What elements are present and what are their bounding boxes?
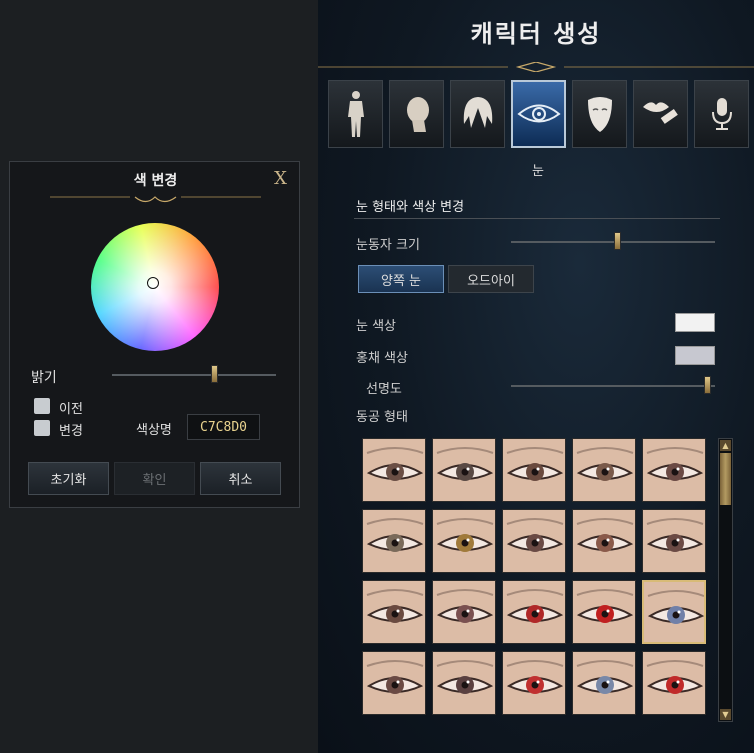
color-change-dialog: 색 변경 X 밝기 이전 변경 색상명 C7C8D0 초기화 확인 취소 [9, 161, 300, 508]
pupil-shape-option[interactable] [362, 509, 426, 573]
lips-icon [642, 102, 678, 124]
brightness-slider[interactable] [112, 374, 276, 376]
pupil-shape-option[interactable] [432, 651, 496, 715]
eye-thumbnail-icon [433, 652, 495, 714]
grid-scrollbar[interactable]: ▲ ▼ [718, 438, 733, 722]
scroll-thumb[interactable] [720, 453, 731, 505]
eye-color-swatch[interactable] [675, 313, 715, 332]
head-icon [406, 97, 429, 132]
dialog-title: 색 변경 [133, 173, 178, 189]
clarity-label: 선명도 [366, 382, 402, 397]
odd-eye-button[interactable]: 오드아이 [448, 265, 534, 293]
pupil-size-slider[interactable] [511, 241, 715, 243]
changed-color-label: 변경 [59, 424, 83, 439]
pupil-shape-option[interactable] [572, 509, 636, 573]
iris-color-label: 홍채 색상 [356, 351, 408, 366]
eye-thumbnail-icon [503, 581, 565, 643]
previous-color-label: 이전 [59, 402, 83, 417]
eye-thumbnail-icon [644, 582, 704, 642]
tab-head[interactable] [389, 80, 444, 148]
divider [354, 218, 720, 219]
pupil-shape-option[interactable] [502, 438, 566, 502]
eye-thumbnail-icon [363, 652, 425, 714]
reset-button[interactable]: 초기화 [28, 462, 109, 495]
tab-face-mask[interactable] [572, 80, 627, 148]
eye-thumbnail-icon [503, 439, 565, 501]
title-ornament [318, 62, 754, 72]
pupil-shape-grid [362, 438, 712, 728]
brightness-label: 밝기 [31, 370, 57, 386]
pupil-shape-option[interactable] [432, 438, 496, 502]
scroll-down-icon[interactable]: ▼ [720, 709, 731, 720]
customization-tabs [328, 80, 754, 150]
pupil-shape-label: 동공 형태 [356, 410, 408, 425]
pupil-shape-option[interactable] [432, 509, 496, 573]
eye-thumbnail-icon [363, 439, 425, 501]
pupil-size-slider-handle[interactable] [614, 232, 622, 250]
pupil-shape-option[interactable] [572, 438, 636, 502]
body-icon [347, 91, 364, 137]
eye-thumbnail-icon [573, 652, 635, 714]
clarity-slider-handle[interactable] [703, 376, 711, 394]
eye-icon [516, 104, 561, 123]
color-name-label: 색상명 [136, 423, 172, 438]
confirm-button[interactable]: 확인 [114, 462, 195, 495]
tab-makeup[interactable] [633, 80, 688, 148]
pupil-shape-option[interactable] [432, 580, 496, 644]
face-mask-icon [587, 97, 612, 132]
eye-thumbnail-icon [643, 510, 705, 572]
pupil-shape-option[interactable] [502, 509, 566, 573]
tab-voice[interactable] [694, 80, 749, 148]
eye-thumbnail-icon [433, 439, 495, 501]
pupil-shape-option[interactable] [642, 651, 706, 715]
color-wheel-selector[interactable] [147, 277, 159, 289]
eye-thumbnail-icon [433, 510, 495, 572]
active-tab-label: 눈 [532, 164, 544, 179]
microphone-icon [711, 98, 732, 130]
pupil-size-label: 눈동자 크기 [356, 238, 420, 253]
close-icon[interactable]: X [274, 168, 287, 189]
pupil-shape-option[interactable] [362, 580, 426, 644]
tab-hair[interactable] [450, 80, 505, 148]
clarity-slider[interactable] [511, 385, 715, 387]
eye-thumbnail-icon [433, 581, 495, 643]
eye-thumbnail-icon [363, 510, 425, 572]
character-creation-panel: 캐릭터 생성 눈 눈 형태와 색상 변경 눈동자 크기 양쪽 눈 오드아이 눈 … [318, 0, 754, 753]
eye-color-label: 눈 색상 [356, 319, 397, 334]
eye-thumbnail-icon [573, 439, 635, 501]
pupil-shape-option[interactable] [642, 580, 706, 644]
eye-thumbnail-icon [363, 581, 425, 643]
both-eyes-button[interactable]: 양쪽 눈 [358, 265, 444, 293]
pupil-shape-option[interactable] [502, 651, 566, 715]
pupil-shape-option[interactable] [642, 509, 706, 573]
hair-icon [463, 97, 492, 128]
eye-thumbnail-icon [573, 510, 635, 572]
dialog-ornament [50, 196, 261, 203]
scroll-up-icon[interactable]: ▲ [720, 440, 731, 451]
eye-thumbnail-icon [643, 652, 705, 714]
eye-thumbnail-icon [503, 652, 565, 714]
page-title: 캐릭터 생성 [470, 20, 602, 48]
eye-thumbnail-icon [643, 439, 705, 501]
pupil-shape-option[interactable] [572, 651, 636, 715]
brightness-slider-handle[interactable] [210, 365, 218, 383]
pupil-shape-option[interactable] [362, 438, 426, 502]
hex-color-input[interactable]: C7C8D0 [187, 414, 260, 440]
pupil-shape-option[interactable] [642, 438, 706, 502]
iris-color-swatch[interactable] [675, 346, 715, 365]
previous-color-checkbox[interactable] [34, 398, 50, 414]
tab-body[interactable] [328, 80, 383, 148]
changed-color-checkbox[interactable] [34, 420, 50, 436]
cancel-button[interactable]: 취소 [200, 462, 281, 495]
eye-thumbnail-icon [573, 581, 635, 643]
pupil-shape-option[interactable] [502, 580, 566, 644]
pupil-shape-option[interactable] [572, 580, 636, 644]
eye-thumbnail-icon [503, 510, 565, 572]
pupil-shape-option[interactable] [362, 651, 426, 715]
section-title: 눈 형태와 색상 변경 [356, 200, 465, 215]
tab-eyes[interactable] [511, 80, 566, 148]
